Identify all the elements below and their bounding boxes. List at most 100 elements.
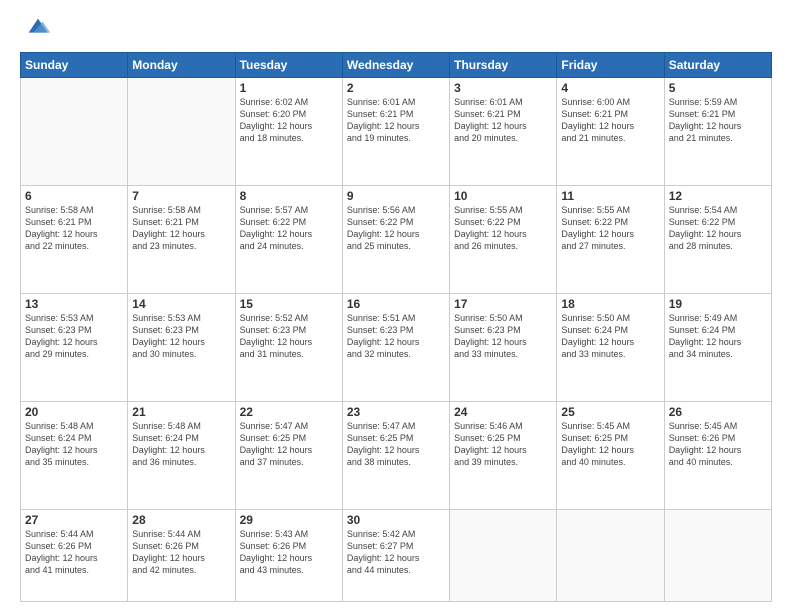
week-row-3: 13Sunrise: 5:53 AM Sunset: 6:23 PM Dayli… <box>21 293 772 401</box>
calendar-cell: 10Sunrise: 5:55 AM Sunset: 6:22 PM Dayli… <box>450 185 557 293</box>
day-info: Sunrise: 5:46 AM Sunset: 6:25 PM Dayligh… <box>454 420 552 469</box>
day-info: Sunrise: 5:49 AM Sunset: 6:24 PM Dayligh… <box>669 312 767 361</box>
day-number: 14 <box>132 297 230 311</box>
day-number: 2 <box>347 81 445 95</box>
day-info: Sunrise: 5:54 AM Sunset: 6:22 PM Dayligh… <box>669 204 767 253</box>
day-number: 16 <box>347 297 445 311</box>
header <box>20 18 772 42</box>
calendar-cell: 13Sunrise: 5:53 AM Sunset: 6:23 PM Dayli… <box>21 293 128 401</box>
day-info: Sunrise: 5:58 AM Sunset: 6:21 PM Dayligh… <box>132 204 230 253</box>
day-info: Sunrise: 5:47 AM Sunset: 6:25 PM Dayligh… <box>347 420 445 469</box>
calendar-cell: 1Sunrise: 6:02 AM Sunset: 6:20 PM Daylig… <box>235 78 342 186</box>
calendar-cell: 19Sunrise: 5:49 AM Sunset: 6:24 PM Dayli… <box>664 293 771 401</box>
day-number: 24 <box>454 405 552 419</box>
day-number: 29 <box>240 513 338 527</box>
calendar-cell <box>450 509 557 601</box>
day-number: 30 <box>347 513 445 527</box>
calendar-cell <box>664 509 771 601</box>
calendar-cell: 30Sunrise: 5:42 AM Sunset: 6:27 PM Dayli… <box>342 509 449 601</box>
day-info: Sunrise: 5:43 AM Sunset: 6:26 PM Dayligh… <box>240 528 338 577</box>
day-number: 8 <box>240 189 338 203</box>
calendar-cell: 6Sunrise: 5:58 AM Sunset: 6:21 PM Daylig… <box>21 185 128 293</box>
day-info: Sunrise: 5:57 AM Sunset: 6:22 PM Dayligh… <box>240 204 338 253</box>
day-number: 18 <box>561 297 659 311</box>
calendar-cell: 24Sunrise: 5:46 AM Sunset: 6:25 PM Dayli… <box>450 401 557 509</box>
day-number: 9 <box>347 189 445 203</box>
day-info: Sunrise: 5:52 AM Sunset: 6:23 PM Dayligh… <box>240 312 338 361</box>
day-number: 26 <box>669 405 767 419</box>
day-number: 28 <box>132 513 230 527</box>
day-number: 4 <box>561 81 659 95</box>
day-info: Sunrise: 5:53 AM Sunset: 6:23 PM Dayligh… <box>132 312 230 361</box>
calendar-cell: 12Sunrise: 5:54 AM Sunset: 6:22 PM Dayli… <box>664 185 771 293</box>
calendar-cell: 8Sunrise: 5:57 AM Sunset: 6:22 PM Daylig… <box>235 185 342 293</box>
logo-icon <box>24 14 52 42</box>
week-row-5: 27Sunrise: 5:44 AM Sunset: 6:26 PM Dayli… <box>21 509 772 601</box>
calendar-cell: 28Sunrise: 5:44 AM Sunset: 6:26 PM Dayli… <box>128 509 235 601</box>
calendar-cell <box>21 78 128 186</box>
calendar-cell: 5Sunrise: 5:59 AM Sunset: 6:21 PM Daylig… <box>664 78 771 186</box>
calendar-cell: 22Sunrise: 5:47 AM Sunset: 6:25 PM Dayli… <box>235 401 342 509</box>
weekday-header-saturday: Saturday <box>664 53 771 78</box>
day-number: 1 <box>240 81 338 95</box>
day-info: Sunrise: 6:01 AM Sunset: 6:21 PM Dayligh… <box>454 96 552 145</box>
day-info: Sunrise: 5:45 AM Sunset: 6:25 PM Dayligh… <box>561 420 659 469</box>
day-info: Sunrise: 5:42 AM Sunset: 6:27 PM Dayligh… <box>347 528 445 577</box>
weekday-header-tuesday: Tuesday <box>235 53 342 78</box>
week-row-1: 1Sunrise: 6:02 AM Sunset: 6:20 PM Daylig… <box>21 78 772 186</box>
calendar-cell: 26Sunrise: 5:45 AM Sunset: 6:26 PM Dayli… <box>664 401 771 509</box>
calendar-cell: 2Sunrise: 6:01 AM Sunset: 6:21 PM Daylig… <box>342 78 449 186</box>
calendar-cell: 23Sunrise: 5:47 AM Sunset: 6:25 PM Dayli… <box>342 401 449 509</box>
day-number: 17 <box>454 297 552 311</box>
day-info: Sunrise: 5:55 AM Sunset: 6:22 PM Dayligh… <box>454 204 552 253</box>
weekday-header-row: SundayMondayTuesdayWednesdayThursdayFrid… <box>21 53 772 78</box>
calendar-cell: 7Sunrise: 5:58 AM Sunset: 6:21 PM Daylig… <box>128 185 235 293</box>
weekday-header-sunday: Sunday <box>21 53 128 78</box>
day-info: Sunrise: 6:02 AM Sunset: 6:20 PM Dayligh… <box>240 96 338 145</box>
day-info: Sunrise: 5:48 AM Sunset: 6:24 PM Dayligh… <box>132 420 230 469</box>
day-info: Sunrise: 6:00 AM Sunset: 6:21 PM Dayligh… <box>561 96 659 145</box>
calendar-cell: 20Sunrise: 5:48 AM Sunset: 6:24 PM Dayli… <box>21 401 128 509</box>
day-info: Sunrise: 5:50 AM Sunset: 6:24 PM Dayligh… <box>561 312 659 361</box>
page: SundayMondayTuesdayWednesdayThursdayFrid… <box>0 0 792 612</box>
day-number: 19 <box>669 297 767 311</box>
day-number: 20 <box>25 405 123 419</box>
day-number: 23 <box>347 405 445 419</box>
weekday-header-friday: Friday <box>557 53 664 78</box>
day-number: 11 <box>561 189 659 203</box>
calendar-cell: 4Sunrise: 6:00 AM Sunset: 6:21 PM Daylig… <box>557 78 664 186</box>
calendar-cell: 29Sunrise: 5:43 AM Sunset: 6:26 PM Dayli… <box>235 509 342 601</box>
day-info: Sunrise: 5:44 AM Sunset: 6:26 PM Dayligh… <box>132 528 230 577</box>
calendar-cell: 21Sunrise: 5:48 AM Sunset: 6:24 PM Dayli… <box>128 401 235 509</box>
day-number: 10 <box>454 189 552 203</box>
logo <box>20 18 52 42</box>
day-info: Sunrise: 5:45 AM Sunset: 6:26 PM Dayligh… <box>669 420 767 469</box>
day-number: 5 <box>669 81 767 95</box>
day-info: Sunrise: 6:01 AM Sunset: 6:21 PM Dayligh… <box>347 96 445 145</box>
day-info: Sunrise: 5:56 AM Sunset: 6:22 PM Dayligh… <box>347 204 445 253</box>
day-info: Sunrise: 5:50 AM Sunset: 6:23 PM Dayligh… <box>454 312 552 361</box>
calendar-cell: 15Sunrise: 5:52 AM Sunset: 6:23 PM Dayli… <box>235 293 342 401</box>
day-number: 3 <box>454 81 552 95</box>
week-row-4: 20 Sunrise: 5:48 AM Sunset: 6:24 PM Dayli… <box>21 401 772 509</box>
day-number: 21 <box>132 405 230 419</box>
day-info: Sunrise: 5:51 AM Sunset: 6:23 PM Dayligh… <box>347 312 445 361</box>
calendar-cell: 16Sunrise: 5:51 AM Sunset: 6:23 PM Dayli… <box>342 293 449 401</box>
day-number: 12 <box>669 189 767 203</box>
day-number: 22 <box>240 405 338 419</box>
calendar-cell <box>557 509 664 601</box>
day-info: Sunrise: 5:44 AM Sunset: 6:26 PM Dayligh… <box>25 528 123 577</box>
weekday-header-thursday: Thursday <box>450 53 557 78</box>
day-info: Sunrise: 5:47 AM Sunset: 6:25 PM Dayligh… <box>240 420 338 469</box>
calendar-table: SundayMondayTuesdayWednesdayThursdayFrid… <box>20 52 772 602</box>
day-number: 25 <box>561 405 659 419</box>
calendar-cell: 9Sunrise: 5:56 AM Sunset: 6:22 PM Daylig… <box>342 185 449 293</box>
day-info: Sunrise: 5:53 AM Sunset: 6:23 PM Dayligh… <box>25 312 123 361</box>
calendar-cell: 17Sunrise: 5:50 AM Sunset: 6:23 PM Dayli… <box>450 293 557 401</box>
week-row-2: 6 Sunrise: 5:58 AM Sunset: 6:21 PM Daylig… <box>21 185 772 293</box>
calendar-cell <box>128 78 235 186</box>
day-number: 7 <box>132 189 230 203</box>
day-number: 6 <box>25 189 123 203</box>
day-info: Sunrise: 5:55 AM Sunset: 6:22 PM Dayligh… <box>561 204 659 253</box>
day-number: 27 <box>25 513 123 527</box>
